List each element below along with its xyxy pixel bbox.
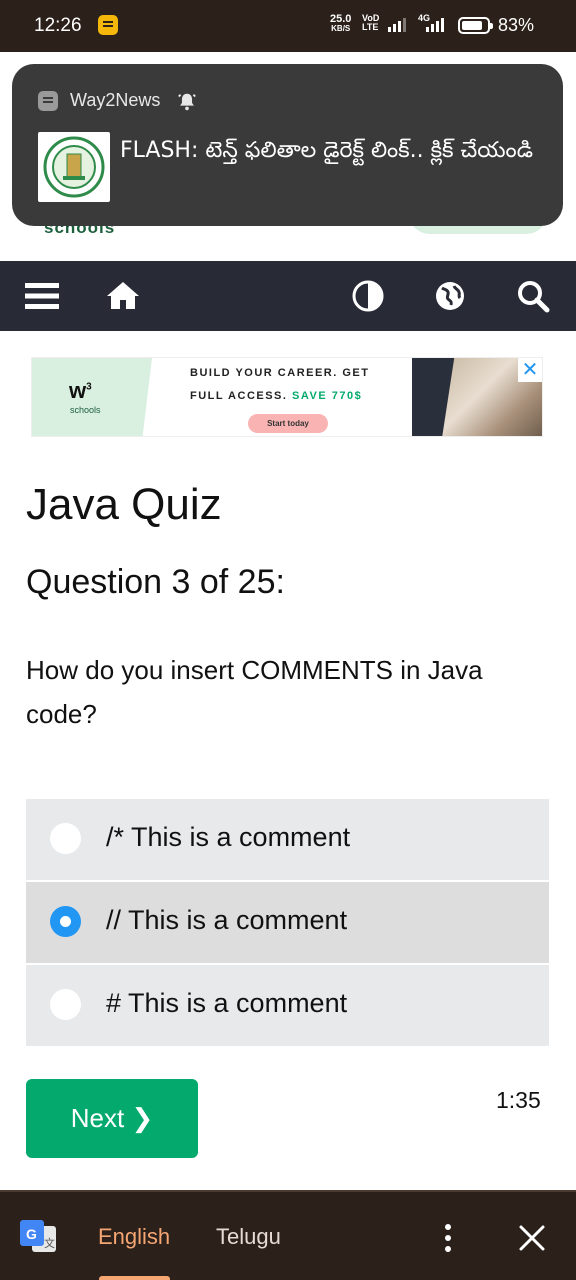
next-button[interactable]: Next ❯ (26, 1079, 198, 1158)
ad-logo: w3 (69, 378, 92, 403)
radio-button-selected[interactable] (50, 906, 81, 937)
top-navbar (0, 261, 576, 331)
notification-app-name: Way2News (70, 90, 161, 110)
radio-button[interactable] (50, 823, 81, 854)
status-time: 12:26 (34, 15, 82, 36)
more-options-icon[interactable] (436, 1222, 460, 1254)
question-number: Question 3 of 25: (26, 563, 285, 601)
target-language-tab[interactable]: Telugu (216, 1224, 281, 1250)
answer-option[interactable]: /* This is a comment (26, 799, 549, 880)
ad-cta-button[interactable]: Start today (248, 414, 328, 433)
answer-option[interactable]: // This is a comment (26, 882, 549, 963)
quiz-timer: 1:35 (496, 1087, 541, 1113)
notification-message: FLASH: టెన్త్ ఫలితాల డైరెక్ట్ లింక్.. క్… (120, 138, 533, 163)
svg-text:G: G (26, 1226, 37, 1242)
svg-text:文: 文 (44, 1236, 55, 1250)
bell-icon (178, 93, 196, 111)
status-bar: 12:26 25.0 KB/S VoD LTE 4G 83% (0, 0, 576, 52)
ad-headline: BUILD YOUR CAREER. GET (190, 367, 370, 379)
home-icon[interactable] (105, 278, 141, 314)
ad-logo-panel (32, 358, 152, 436)
menu-icon[interactable] (24, 278, 60, 314)
source-language-tab[interactable]: English (98, 1224, 170, 1250)
network-speed: 25.0 KB/S (330, 14, 351, 34)
network-speed-value: 25.0 (330, 13, 352, 25)
page-title: Java Quiz (26, 480, 222, 529)
answer-label: /* This is a comment (106, 822, 351, 852)
google-translate-icon[interactable]: G 文 (20, 1220, 58, 1254)
push-notification[interactable]: Way2News FLASH: టెన్త్ ఫలితాల డైరెక్ట్ ల… (12, 64, 563, 226)
close-icon[interactable] (514, 1220, 550, 1256)
translate-bar: G 文 English Telugu (0, 1190, 576, 1280)
state-emblem-icon (43, 136, 105, 198)
contrast-icon[interactable] (350, 278, 386, 314)
radio-button[interactable] (50, 989, 81, 1020)
ad-banner[interactable]: w3 schools BUILD YOUR CAREER. GET FULL A… (31, 357, 543, 437)
way2news-app-icon (38, 91, 58, 111)
sim1-label: VoD LTE (362, 13, 380, 32)
answer-option[interactable]: # This is a comment (26, 965, 549, 1046)
signal-icon (388, 18, 406, 32)
notes-app-icon (98, 15, 118, 35)
battery-icon (458, 17, 493, 34)
answer-options: /* This is a comment // This is a commen… (26, 799, 549, 1048)
ad-close-icon[interactable]: ✕ (518, 358, 542, 382)
answer-label: # This is a comment (106, 988, 348, 1018)
signal-icon (426, 18, 444, 32)
network-speed-unit: KB/S (331, 24, 351, 33)
battery-percent: 83% (498, 15, 535, 35)
ad-logo-subtitle: schools (70, 405, 101, 415)
notification-thumbnail (38, 132, 110, 202)
ad-subline: FULL ACCESS. SAVE 770$ (190, 390, 363, 402)
globe-icon[interactable] (432, 278, 468, 314)
active-tab-indicator (99, 1276, 170, 1280)
search-icon[interactable] (515, 278, 551, 314)
question-text: How do you insert COMMENTS in Java code? (26, 655, 483, 729)
answer-label: // This is a comment (106, 905, 348, 935)
